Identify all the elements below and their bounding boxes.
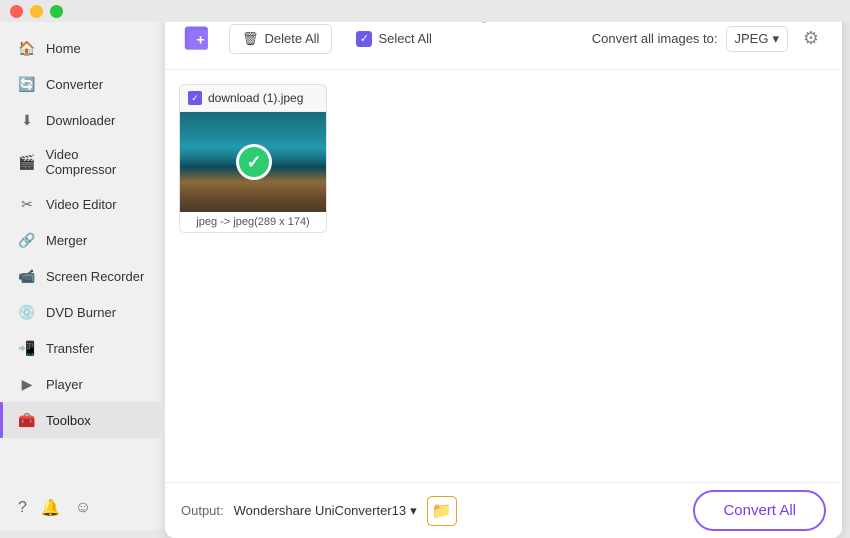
sidebar-label-video-compressor: Video Compressor	[45, 147, 147, 177]
sidebar-label-dvd-burner: DVD Burner	[46, 305, 116, 320]
sidebar-item-home[interactable]: 🏠 Home	[0, 30, 165, 66]
video-editor-icon: ✂	[18, 195, 36, 213]
file-area: download (1).jpeg jpeg -> jpeg(289 x 174…	[165, 70, 842, 482]
sidebar-label-home: Home	[46, 41, 81, 56]
sidebar: 🏠 Home 🔄 Converter ⬇ Downloader 🎬 Video …	[0, 0, 165, 530]
open-folder-button[interactable]: 📁	[427, 496, 457, 526]
minimize-button[interactable]	[30, 5, 43, 18]
chevron-down-icon: ▾	[772, 31, 779, 47]
convert-all-button[interactable]: Convert All	[693, 490, 826, 531]
sidebar-label-screen-recorder: Screen Recorder	[46, 269, 144, 284]
output-folder-select[interactable]: Wondershare UniConverter13 ▾	[234, 503, 417, 519]
player-icon: ▶	[18, 375, 36, 393]
output-folder-name: Wondershare UniConverter13	[234, 503, 406, 518]
convert-format-label: Convert all images to:	[592, 31, 718, 46]
sidebar-label-merger: Merger	[46, 233, 87, 248]
file-name: download (1).jpeg	[208, 91, 303, 105]
title-bar	[0, 0, 850, 22]
success-checkmark	[236, 144, 272, 180]
sidebar-item-video-compressor[interactable]: 🎬 Video Compressor	[0, 138, 165, 186]
dvd-burner-icon: 💿	[18, 303, 36, 321]
sidebar-item-downloader[interactable]: ⬇ Downloader	[0, 102, 165, 138]
merger-icon: 🔗	[18, 231, 36, 249]
close-button[interactable]	[10, 5, 23, 18]
format-value: JPEG	[735, 31, 769, 46]
output-label: Output:	[181, 503, 224, 518]
file-card-header: download (1).jpeg	[180, 85, 326, 112]
sidebar-label-transfer: Transfer	[46, 341, 94, 356]
chevron-down-icon: ▾	[410, 503, 417, 519]
delete-all-label: Delete All	[265, 31, 320, 46]
file-card: download (1).jpeg jpeg -> jpeg(289 x 174…	[179, 84, 327, 233]
fullscreen-button[interactable]	[50, 5, 63, 18]
sidebar-item-video-editor[interactable]: ✂ Video Editor	[0, 186, 165, 222]
trash-icon: 🗑	[242, 31, 259, 47]
file-checkbox[interactable]	[188, 91, 202, 105]
sidebar-label-video-editor: Video Editor	[46, 197, 117, 212]
converter-icon: 🔄	[18, 75, 36, 93]
file-thumbnail	[180, 112, 327, 212]
help-icon[interactable]: ?	[18, 499, 27, 517]
file-info: jpeg -> jpeg(289 x 174)	[180, 212, 326, 232]
sidebar-item-toolbox[interactable]: 🧰 Toolbox	[0, 402, 165, 438]
toolbox-icon: 🧰	[18, 411, 36, 429]
sidebar-label-converter: Converter	[46, 77, 103, 92]
bell-icon[interactable]: 🔔	[41, 498, 61, 518]
convert-all-label: Convert All	[723, 502, 796, 519]
transfer-icon: 📲	[18, 339, 36, 357]
select-all-label: Select All	[378, 31, 431, 46]
sidebar-item-merger[interactable]: 🔗 Merger	[0, 222, 165, 258]
sidebar-label-player: Player	[46, 377, 83, 392]
sidebar-item-converter[interactable]: 🔄 Converter	[0, 66, 165, 102]
sidebar-item-screen-recorder[interactable]: 📹 Screen Recorder	[0, 258, 165, 294]
home-icon: 🏠	[18, 39, 36, 57]
sidebar-item-dvd-burner[interactable]: 💿 DVD Burner	[0, 294, 165, 330]
feedback-icon[interactable]: ☺	[75, 499, 91, 517]
sidebar-item-transfer[interactable]: 📲 Transfer	[0, 330, 165, 366]
sidebar-bottom: ? 🔔 ☺	[0, 486, 165, 530]
screen-recorder-icon: 📹	[18, 267, 36, 285]
sidebar-label-toolbox: Toolbox	[46, 413, 91, 428]
main-panel: Image Converter + 🗑 Delete All Select Al…	[165, 8, 842, 538]
sidebar-label-downloader: Downloader	[46, 113, 115, 128]
downloader-icon: ⬇	[18, 111, 36, 129]
svg-text:+: +	[196, 32, 204, 48]
select-all-checkbox	[356, 31, 372, 47]
video-compressor-icon: 🎬	[18, 153, 35, 171]
sidebar-item-player[interactable]: ▶ Player	[0, 366, 165, 402]
